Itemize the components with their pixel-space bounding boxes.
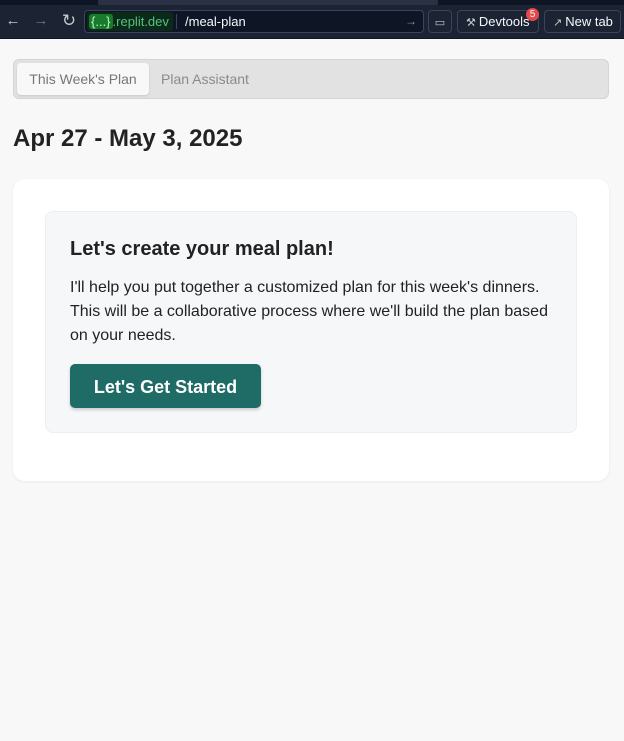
intro-description: I'll help you put together a customized …: [70, 279, 548, 344]
device-preview-button[interactable]: ▭: [428, 10, 452, 33]
monitor-icon: ▭: [434, 17, 446, 29]
wrench-icon: ⚒: [466, 17, 476, 29]
forward-arrow-icon[interactable]: →: [32, 12, 50, 30]
url-host-domain: .replit.dev: [112, 14, 169, 29]
url-host: {...} .replit.dev: [87, 12, 173, 31]
tab-plan-assistant[interactable]: Plan Assistant: [161, 63, 249, 95]
url-host-braces: {...}: [89, 14, 113, 29]
meal-plan-card: Let's create your meal plan! I'll help y…: [13, 179, 609, 481]
browser-tab[interactable]: [98, 0, 438, 5]
intro-title: Let's create your meal plan!: [70, 238, 334, 260]
go-arrow-icon[interactable]: →: [405, 11, 417, 32]
devtools-badge: 5: [526, 8, 539, 21]
reload-icon[interactable]: ↻: [60, 12, 78, 30]
browser-toolbar: ← → ↻ {...} .replit.dev /meal-plan → ▭ ⚒ D…: [0, 0, 624, 39]
tab-strip: [0, 0, 624, 5]
new-tab-button[interactable]: ↗ New tab: [544, 10, 621, 33]
tab-this-weeks-plan[interactable]: This Week's Plan: [17, 63, 149, 95]
url-path[interactable]: /meal-plan: [185, 11, 246, 32]
new-tab-label: New tab: [565, 14, 613, 29]
plan-tabs: This Week's Plan Plan Assistant: [13, 59, 609, 99]
devtools-button[interactable]: ⚒ Devtools 5: [457, 8, 539, 33]
back-arrow-icon[interactable]: ←: [4, 12, 22, 30]
week-date-range: Apr 27 - May 3, 2025: [13, 125, 243, 152]
url-divider: [176, 14, 177, 29]
devtools-label: Devtools: [478, 14, 530, 29]
get-started-button[interactable]: Let's Get Started: [70, 364, 261, 408]
intro-panel: Let's create your meal plan! I'll help y…: [45, 211, 577, 433]
external-link-icon: ↗: [553, 17, 563, 29]
url-bar[interactable]: {...} .replit.dev /meal-plan →: [84, 10, 424, 33]
